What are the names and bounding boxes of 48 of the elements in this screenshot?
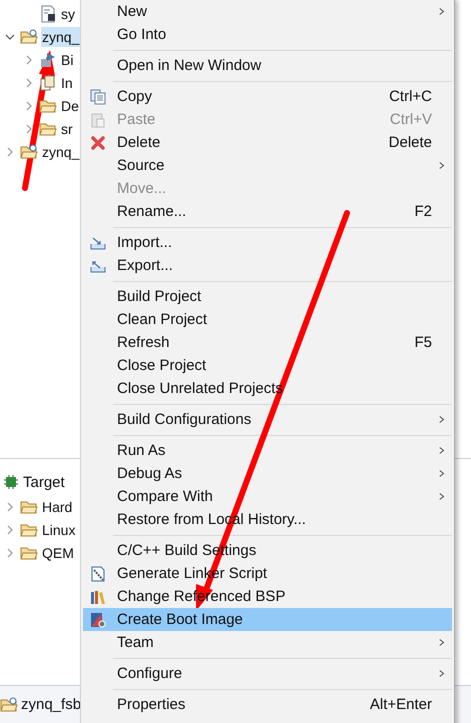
tree-item[interactable]: zynq_ <box>41 26 80 46</box>
menu-item[interactable]: Export... <box>83 254 452 277</box>
tree-item[interactable]: De <box>60 96 80 116</box>
menu-item[interactable]: Import... <box>83 231 452 254</box>
import-icon <box>90 234 106 250</box>
menu-item[interactable]: Create Boot Image <box>83 608 452 631</box>
boot-image-icon <box>90 612 106 628</box>
copy-icon <box>90 88 106 104</box>
menu-item[interactable]: Go Into <box>83 23 452 46</box>
tree-item[interactable]: QEM <box>41 542 75 562</box>
menu-item[interactable]: Delete Delete <box>83 131 452 154</box>
tree-item[interactable]: sr <box>60 118 74 138</box>
menu-item[interactable]: New <box>83 0 452 23</box>
tree-item[interactable]: Hard <box>41 496 74 516</box>
tree-item[interactable]: In <box>60 72 74 92</box>
menu-item[interactable]: Refresh F5 <box>83 331 452 354</box>
menu-item[interactable]: Run As <box>83 439 452 462</box>
menu-item[interactable]: Open in New Window <box>83 54 452 77</box>
menu-item[interactable]: Compare With <box>83 485 452 508</box>
menu-item[interactable]: Close Project <box>83 354 452 377</box>
menu-item[interactable]: Build Project <box>83 285 452 308</box>
includes-icon <box>39 74 57 92</box>
tree-item[interactable]: sy <box>60 4 76 24</box>
tree-item[interactable]: zynq_ <box>41 142 80 162</box>
expand-chevron-icon[interactable] <box>24 124 34 134</box>
tree-item[interactable]: Bi <box>60 50 74 70</box>
menu-item[interactable]: Source <box>83 154 452 177</box>
chip-icon <box>3 474 19 490</box>
binaries-icon <box>39 50 57 68</box>
file-icon <box>39 4 57 22</box>
books-icon <box>90 588 106 604</box>
tree-item[interactable]: Linux <box>41 520 76 540</box>
menu-item[interactable]: Copy Ctrl+C <box>83 85 452 108</box>
menu-item[interactable]: Clean Project <box>83 308 452 331</box>
delete-icon <box>90 134 106 150</box>
panel-title: Target <box>23 474 65 490</box>
project-folder-icon <box>20 28 38 46</box>
menu-item[interactable]: Properties Alt+Enter <box>83 693 452 716</box>
menu-item[interactable]: Build Configurations <box>83 408 452 431</box>
project-folder-icon <box>20 142 38 160</box>
menu-item[interactable]: Debug As <box>83 462 452 485</box>
paste-icon <box>90 112 106 128</box>
menu-item[interactable]: Rename... F2 <box>83 200 452 223</box>
script-icon <box>90 566 106 582</box>
menu-item[interactable]: Configure <box>83 662 452 685</box>
menu-item[interactable]: Team <box>83 631 452 654</box>
expand-chevron-icon[interactable] <box>5 32 15 42</box>
project-tab[interactable]: zynq_fsb <box>20 694 82 714</box>
